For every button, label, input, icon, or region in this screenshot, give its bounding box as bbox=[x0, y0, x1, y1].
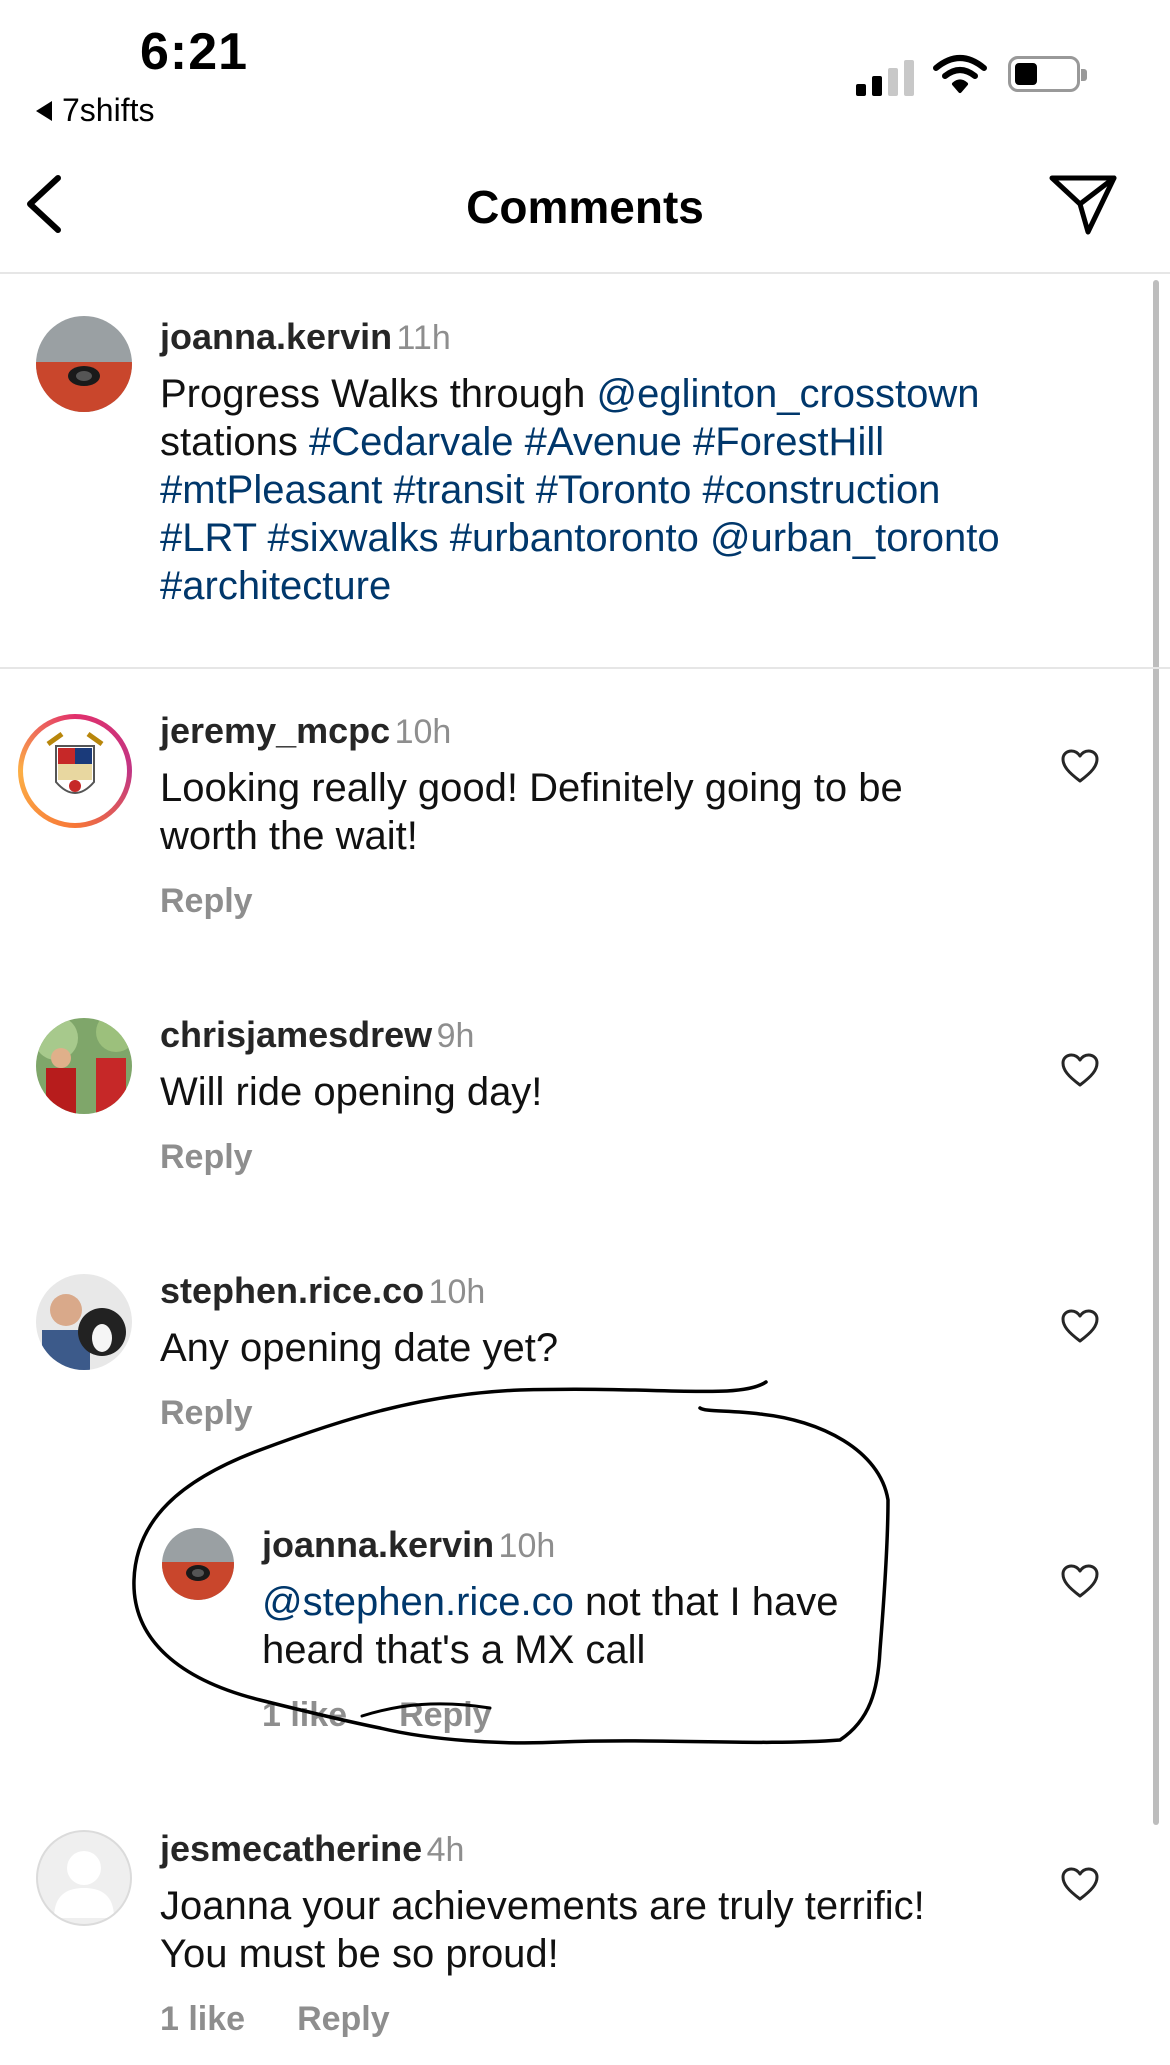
reply-button[interactable]: Reply bbox=[297, 2000, 390, 2039]
caption-divider bbox=[0, 667, 1170, 669]
heart-icon bbox=[1061, 1867, 1099, 1901]
hashtag-links[interactable]: #architecture bbox=[160, 562, 1100, 610]
hashtag-links[interactable]: #mtPleasant #transit #Toronto #construct… bbox=[160, 466, 1100, 514]
caption-line: Progress Walks through bbox=[160, 372, 597, 416]
reply-button[interactable]: Reply bbox=[160, 1394, 253, 1433]
caption-line: stations bbox=[160, 420, 309, 464]
heart-icon bbox=[1061, 1053, 1099, 1087]
likes-count[interactable]: 1 like bbox=[262, 1696, 347, 1735]
heart-icon bbox=[1061, 1564, 1099, 1598]
scrollbar[interactable] bbox=[1153, 280, 1159, 1825]
mention-link[interactable]: @stephen.rice.co bbox=[262, 1580, 574, 1624]
avatar[interactable] bbox=[36, 1274, 132, 1370]
comment-line: You must be so proud! bbox=[160, 1932, 559, 1976]
status-time: 6:21 bbox=[140, 23, 249, 81]
caption-header: joanna.kervin 11h bbox=[160, 316, 1100, 358]
comment-line: worth the wait! bbox=[160, 814, 418, 858]
back-to-app-link[interactable]: 7shifts bbox=[36, 92, 154, 129]
avatar[interactable] bbox=[36, 1830, 132, 1926]
caption-text: Progress Walks through @eglinton_crossto… bbox=[160, 370, 1100, 610]
reply-button[interactable]: Reply bbox=[399, 1696, 492, 1735]
default-avatar-icon bbox=[54, 1851, 114, 1918]
comment-time: 10h bbox=[394, 713, 452, 751]
share-button[interactable] bbox=[1048, 172, 1118, 241]
like-button[interactable] bbox=[1060, 1866, 1100, 1907]
reply-time: 10h bbox=[498, 1527, 556, 1565]
like-button[interactable] bbox=[1060, 1563, 1100, 1604]
header-divider bbox=[0, 272, 1170, 274]
avatar[interactable] bbox=[36, 1018, 132, 1114]
reply-button[interactable]: Reply bbox=[160, 1138, 253, 1177]
like-button[interactable] bbox=[1060, 1308, 1100, 1349]
likes-count[interactable]: 1 like bbox=[160, 2000, 245, 2039]
heart-icon bbox=[1061, 1309, 1099, 1343]
comment-line: Joanna your achievements are truly terri… bbox=[160, 1884, 925, 1928]
comment-username[interactable]: chrisjamesdrew bbox=[160, 1014, 432, 1055]
avatar[interactable] bbox=[18, 714, 132, 828]
wifi-icon bbox=[932, 54, 988, 99]
reply-button[interactable]: Reply bbox=[160, 882, 253, 921]
comment-line: Any opening date yet? bbox=[160, 1326, 559, 1370]
comment-text: Will ride opening day! bbox=[160, 1068, 1100, 1116]
hashtag-links[interactable]: #Cedarvale #Avenue #ForestHill bbox=[309, 420, 884, 464]
page-title: Comments bbox=[466, 181, 704, 233]
battery-icon bbox=[1008, 56, 1087, 92]
comment-username[interactable]: stephen.rice.co bbox=[160, 1270, 424, 1311]
comment-username[interactable]: jeremy_mcpc bbox=[160, 710, 390, 751]
comment-time: 4h bbox=[426, 1831, 465, 1869]
comment-username[interactable]: jesmecatherine bbox=[160, 1828, 422, 1869]
avatar[interactable] bbox=[162, 1528, 234, 1600]
avatar[interactable] bbox=[36, 316, 132, 412]
reply-username[interactable]: joanna.kervin bbox=[262, 1524, 494, 1565]
mention-link[interactable]: @eglinton_crosstown bbox=[596, 372, 979, 416]
back-triangle-icon bbox=[36, 100, 52, 121]
comment-text: Joanna your achievements are truly terri… bbox=[160, 1882, 1100, 1978]
heart-icon bbox=[1061, 749, 1099, 783]
comment-text: Any opening date yet? bbox=[160, 1324, 1100, 1372]
comment-line: Will ride opening day! bbox=[160, 1070, 543, 1114]
hashtag-links[interactable]: #LRT #sixwalks #urbantoronto @urban_toro… bbox=[160, 514, 1100, 562]
reply-line: not that I have bbox=[573, 1580, 839, 1624]
reply-line: heard that's a MX call bbox=[262, 1628, 646, 1672]
reply-text: @stephen.rice.co not that I have heard t… bbox=[262, 1578, 1122, 1674]
caption-username[interactable]: joanna.kervin bbox=[160, 316, 392, 357]
send-icon bbox=[1049, 175, 1117, 235]
comment-time: 10h bbox=[428, 1273, 486, 1311]
caption-time: 11h bbox=[396, 319, 451, 357]
comment-text: Looking really good! Definitely going to… bbox=[160, 764, 1100, 860]
cellular-signal-icon bbox=[856, 56, 914, 96]
like-button[interactable] bbox=[1060, 1052, 1100, 1093]
like-button[interactable] bbox=[1060, 748, 1100, 789]
comment-time: 9h bbox=[436, 1017, 475, 1055]
comment-line: Looking really good! Definitely going to… bbox=[160, 766, 903, 810]
back-app-label: 7shifts bbox=[62, 92, 155, 128]
